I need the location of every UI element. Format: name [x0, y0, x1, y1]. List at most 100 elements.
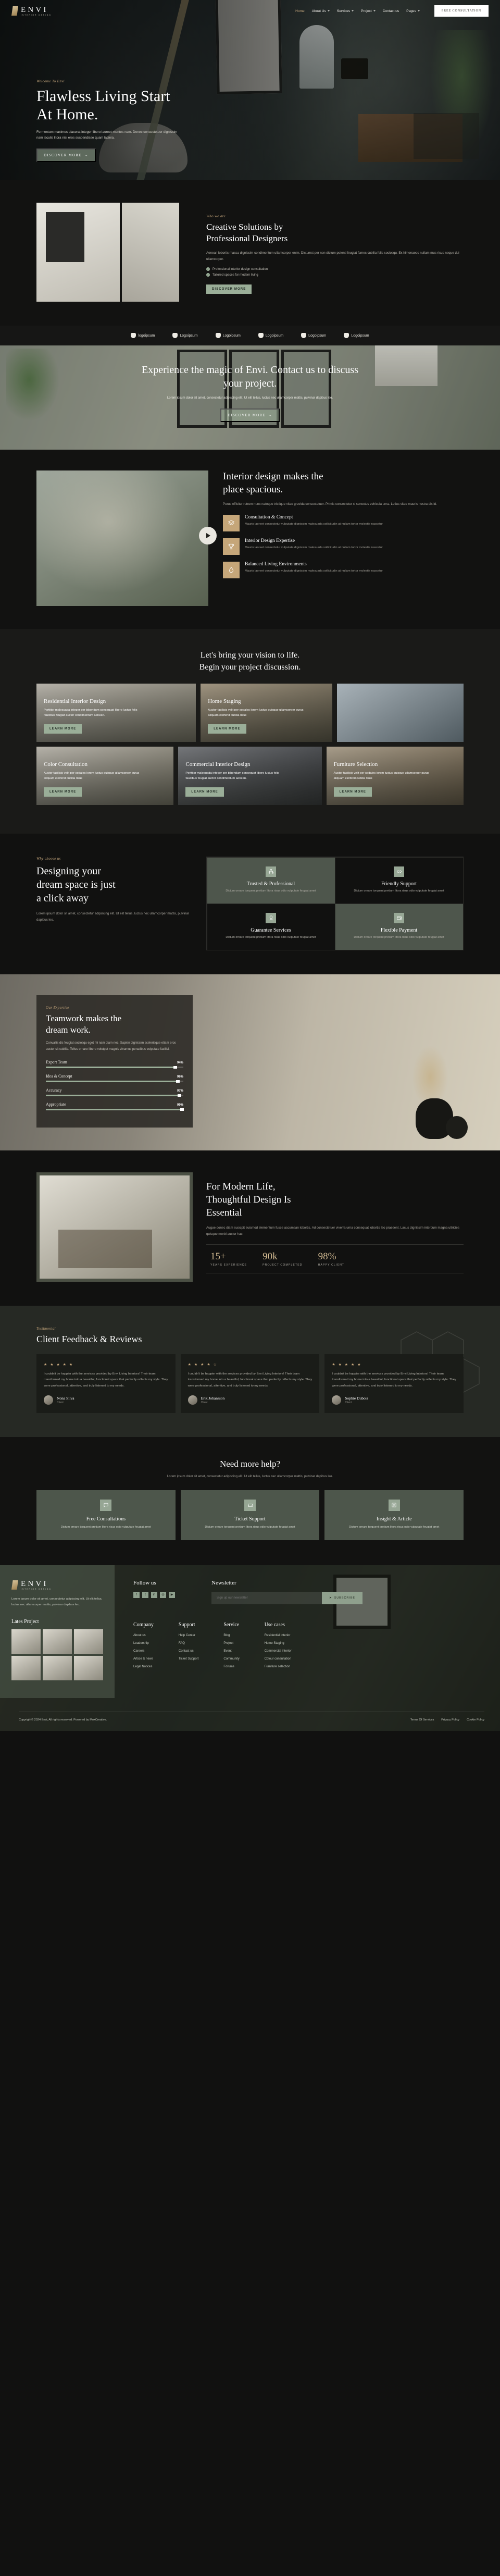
arrow-right-icon: → — [84, 153, 89, 157]
footer-link[interactable]: Contact us — [179, 1650, 198, 1653]
check-icon: ✓ — [206, 273, 210, 277]
service-card-residential[interactable]: Residential Interior Design Porttitor ma… — [36, 684, 196, 742]
logo-tagline: INTERIOR DESIGN — [21, 14, 52, 16]
help-card-free-consultations[interactable]: Free Consultations Dictum ornare torquen… — [36, 1490, 176, 1540]
twitter-icon[interactable]: t — [142, 1591, 148, 1598]
main-navigation: Home About Us Services Project Contact u… — [295, 5, 489, 17]
nav-item-home[interactable]: Home — [295, 9, 305, 13]
nav-item-services[interactable]: Services — [337, 9, 354, 13]
about-feature-item: ✓ Professional interior design consultati… — [206, 267, 464, 271]
footer-terms-link[interactable]: Terms Of Services — [410, 1718, 434, 1722]
service-card-home-staging[interactable]: Home Staging Auctor facilisis velit per … — [201, 684, 332, 742]
footer-link[interactable]: Furniture selection — [265, 1665, 292, 1668]
service-learn-more-button[interactable]: LEARN MORE — [208, 724, 246, 734]
nav-item-pages[interactable]: Pages — [406, 9, 420, 13]
spacious-video-thumbnail[interactable] — [36, 470, 217, 606]
service-card-title: Color Consultation — [44, 761, 88, 767]
project-thumbnail[interactable] — [74, 1655, 103, 1680]
service-learn-more-button[interactable]: LEARN MORE — [185, 787, 224, 797]
video-play-button[interactable] — [199, 527, 217, 544]
footer-link[interactable]: Ticket Support — [179, 1657, 198, 1661]
free-consultation-button[interactable]: FREE CONSULTATION — [434, 5, 489, 17]
service-learn-more-button[interactable]: LEARN MORE — [44, 787, 82, 797]
service-card-commercial[interactable]: Commercial Interior Design Porttitor mal… — [178, 747, 322, 806]
skill-bar-row: Accuracy 97% — [46, 1088, 183, 1097]
footer-link[interactable]: FAQ — [179, 1642, 198, 1645]
check-icon: ✓ — [206, 267, 210, 271]
services-title-line2: Begin your project discussion. — [199, 662, 301, 672]
about-section: Who we are Creative Solutions by Profess… — [0, 180, 500, 326]
footer-logo[interactable]: ENVI INTERIOR DESIGN — [11, 1580, 103, 1590]
hero-title: Flawless Living Start At Home. — [36, 88, 208, 124]
hero-discover-more-button[interactable]: DISCOVER MORE → — [36, 148, 96, 162]
footer-follow-title: Follow us — [133, 1579, 156, 1586]
why-cell-trusted-professional[interactable]: Trusted & Professional Dictum ornare tor… — [206, 857, 335, 904]
skill-bar-row: Appropriate 99% — [46, 1102, 184, 1111]
project-thumbnail[interactable] — [74, 1629, 103, 1654]
hero-content: Welcome To Envi Flawless Living Start At… — [36, 79, 208, 162]
footer-link[interactable]: Colour consultation — [265, 1657, 292, 1661]
footer-link[interactable]: Legal Notices — [133, 1665, 154, 1668]
stat-years-experience: 15+ YEARS EXPERIENCE — [210, 1251, 247, 1267]
testimonial-card: ★ ★ ★ ★ ★ I couldn't be happier with the… — [324, 1354, 464, 1413]
footer-privacy-link[interactable]: Privacy Policy — [441, 1718, 459, 1722]
footer-link[interactable]: Community — [223, 1657, 239, 1661]
footer-link[interactable]: Forums — [223, 1665, 239, 1668]
button-label: DISCOVER MORE — [44, 153, 82, 157]
nav-item-contact-us[interactable]: Contact us — [383, 9, 399, 13]
service-card-color-consultation[interactable]: Color Consultation Auctor facilisis veli… — [36, 747, 174, 806]
spacious-feature-title: Balanced Living Environments — [245, 562, 307, 567]
nav-item-about-us[interactable]: About Us — [312, 9, 330, 13]
project-thumbnail[interactable] — [43, 1629, 72, 1654]
linkedin-icon[interactable]: in — [151, 1591, 157, 1598]
service-learn-more-button[interactable]: LEARN MORE — [333, 787, 372, 797]
client-logo: Logoipsum — [258, 333, 283, 338]
footer-link[interactable]: Blog — [223, 1634, 239, 1637]
nav-item-project[interactable]: Project — [361, 9, 376, 13]
rating-stars: ★ ★ ★ ★ ★ — [332, 1363, 362, 1367]
hero-side-card — [414, 113, 479, 159]
help-card-text: Dictum ornare torquent pretium litora ri… — [349, 1525, 440, 1529]
newsletter-subscribe-button[interactable]: ➤ SUBSCRIBE — [321, 1591, 362, 1604]
project-thumbnail[interactable] — [43, 1655, 72, 1680]
footer-link[interactable]: Event — [223, 1650, 239, 1653]
site-logo[interactable]: ENVI INTERIOR DESIGN — [11, 6, 52, 16]
project-thumbnail[interactable] — [11, 1655, 41, 1680]
skill-track — [46, 1108, 184, 1111]
instagram-icon[interactable]: ◎ — [160, 1591, 166, 1598]
why-cell-flexible-payment[interactable]: Flexible Payment Dictum ornare torquent … — [334, 903, 464, 950]
footer-link[interactable]: Residential interior — [265, 1634, 292, 1637]
footer-link[interactable]: About us — [133, 1634, 154, 1637]
footer-link[interactable]: Help Center — [179, 1634, 198, 1637]
why-cell-friendly-support[interactable]: Friendly Support Dictum ornare torquent … — [334, 857, 464, 904]
service-card-furniture[interactable]: Furniture Selection Auctor facilisis vel… — [326, 747, 464, 806]
testimonial-card: ★ ★ ★ ★ ★ I couldn't be happier with the… — [36, 1354, 176, 1413]
footer-link[interactable]: Careers — [133, 1650, 154, 1653]
footer-link[interactable]: Leadership — [133, 1642, 154, 1645]
about-title-line2: Professional Designers — [206, 233, 288, 244]
project-thumbnail[interactable] — [11, 1629, 41, 1654]
help-card-insight-article[interactable]: Insight & Article Dictum ornare torquent… — [324, 1490, 464, 1540]
client-logo: logoipsum — [131, 333, 155, 338]
spacious-feature-title: Consultation & Concept — [245, 515, 293, 521]
help-card-ticket-support[interactable]: Ticket Support Dictum ornare torquent pr… — [180, 1490, 320, 1540]
youtube-icon[interactable]: ▶ — [169, 1591, 175, 1598]
stat-label: PROJECT COMPLETED — [262, 1263, 303, 1267]
client-logo-label: Logoipsum — [222, 333, 241, 338]
about-discover-more-button[interactable]: DISCOVER MORE — [206, 284, 252, 294]
stat-project-completed: 90k PROJECT COMPLETED — [262, 1251, 303, 1267]
footer-link[interactable]: Commercial interior — [265, 1650, 292, 1653]
spacious-feature: Consultation & Concept Mauris laoreet co… — [223, 515, 464, 532]
help-section: Need more help? Lorem ipsum dolor sit am… — [0, 1436, 500, 1565]
cta-discover-more-button[interactable]: DISCOVER MORE → — [220, 408, 280, 422]
footer-link[interactable]: Home Staging — [265, 1642, 292, 1645]
footer-link[interactable]: Project — [223, 1642, 239, 1645]
why-cell-guarantee-services[interactable]: Guarantee Services Dictum ornare torquen… — [206, 903, 335, 950]
service-learn-more-button[interactable]: LEARN MORE — [44, 724, 82, 734]
footer-link[interactable]: Article & news — [133, 1657, 154, 1661]
footer-cookie-link[interactable]: Cookie Policy — [467, 1718, 484, 1722]
newsletter-email-input[interactable] — [211, 1591, 322, 1604]
avatar — [332, 1395, 342, 1405]
footer-column-title: Company — [133, 1621, 154, 1628]
facebook-icon[interactable]: f — [133, 1591, 140, 1598]
